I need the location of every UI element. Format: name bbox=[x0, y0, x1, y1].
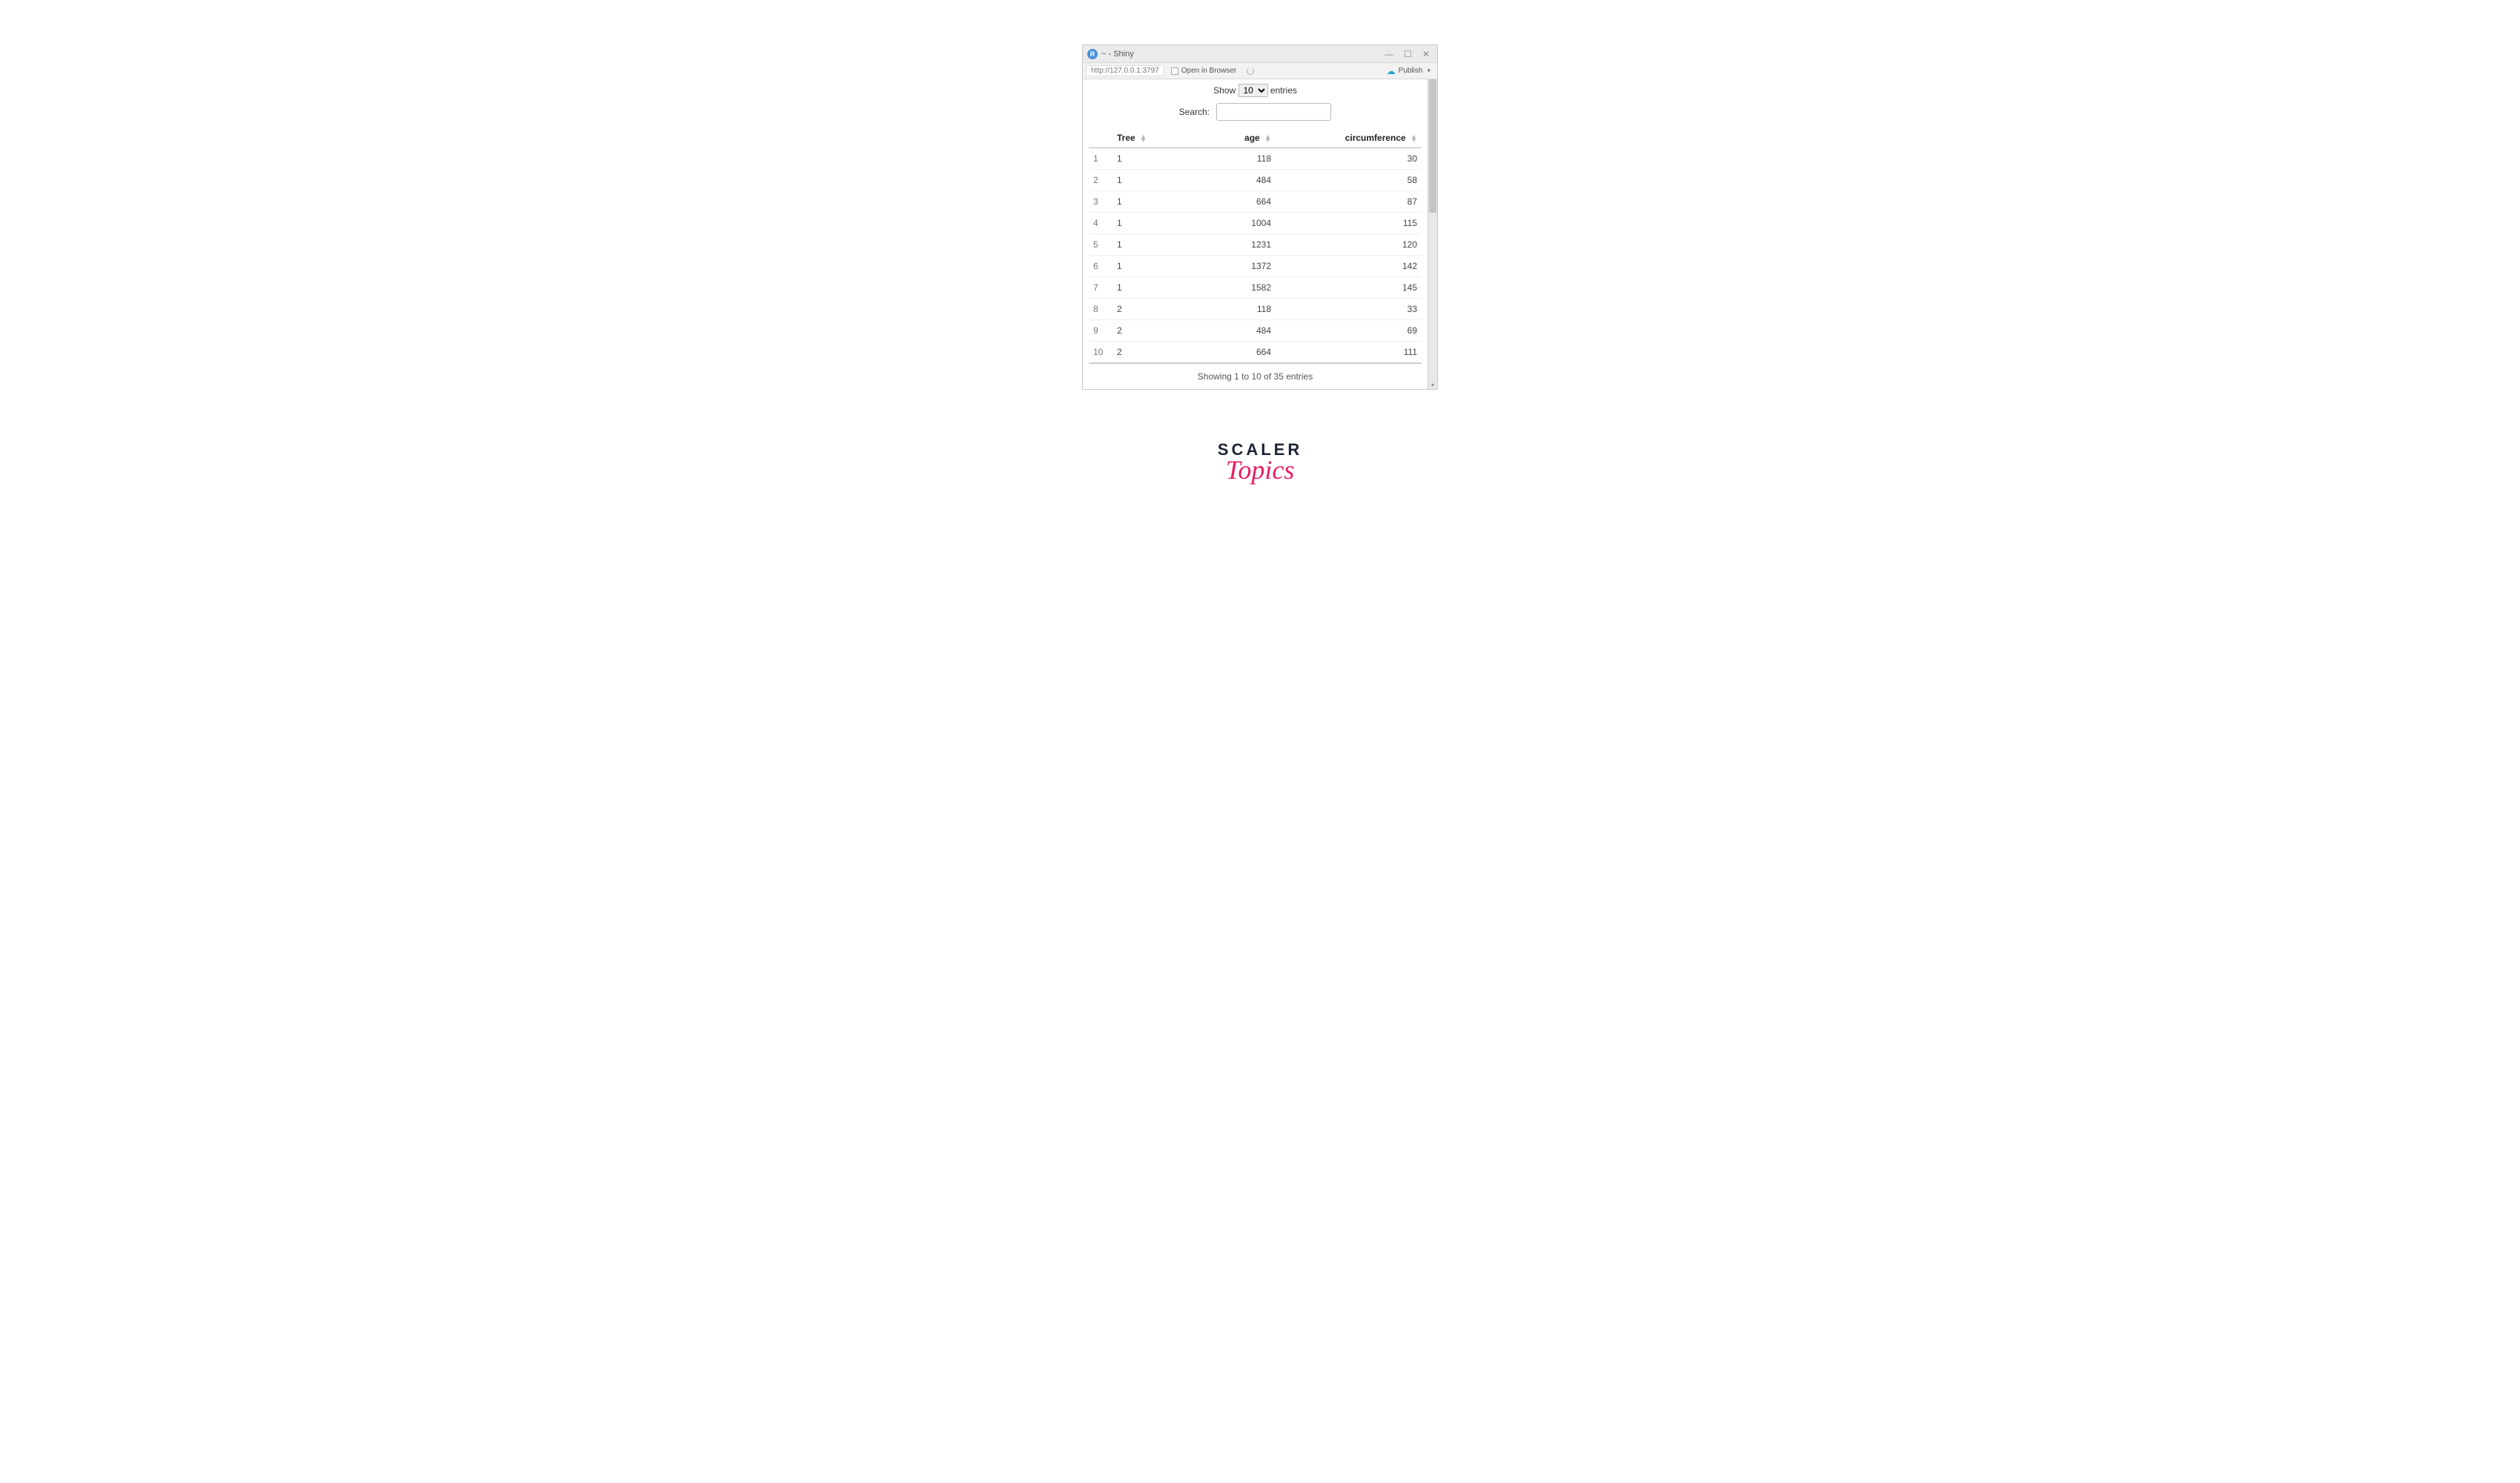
table-cell: 1 bbox=[1113, 148, 1164, 170]
table-cell: 145 bbox=[1276, 277, 1422, 299]
content-area: Show 10 entries Search: Tree ▲▼ bbox=[1083, 79, 1428, 389]
table-row: 411004115 bbox=[1089, 213, 1422, 234]
table-cell: 3 bbox=[1089, 191, 1113, 213]
table-cell: 1 bbox=[1113, 256, 1164, 277]
table-cell: 1231 bbox=[1164, 234, 1276, 256]
table-cell: 69 bbox=[1276, 320, 1422, 342]
refresh-button[interactable] bbox=[1243, 67, 1258, 76]
publish-icon: ☁ bbox=[1387, 66, 1396, 76]
scroll-down-icon[interactable]: ▾ bbox=[1428, 382, 1437, 389]
table-cell: 10 bbox=[1089, 342, 1113, 364]
table-cell: 1 bbox=[1113, 234, 1164, 256]
table-footer-info: Showing 1 to 10 of 35 entries bbox=[1089, 364, 1422, 382]
table-cell: 5 bbox=[1089, 234, 1113, 256]
scrollbar[interactable]: ▾ bbox=[1428, 79, 1437, 389]
table-cell: 4 bbox=[1089, 213, 1113, 234]
table-cell: 87 bbox=[1276, 191, 1422, 213]
table-cell: 1 bbox=[1089, 148, 1113, 170]
table-cell: 1 bbox=[1113, 191, 1164, 213]
window-controls: — ☐ ✕ bbox=[1385, 50, 1433, 59]
table-cell: 2 bbox=[1113, 299, 1164, 320]
table-row: 3166487 bbox=[1089, 191, 1422, 213]
open-in-browser-label: Open in Browser bbox=[1181, 67, 1236, 75]
table-cell: 1004 bbox=[1164, 213, 1276, 234]
sort-icon: ▲▼ bbox=[1140, 135, 1147, 142]
table-cell: 1582 bbox=[1164, 277, 1276, 299]
table-cell: 120 bbox=[1276, 234, 1422, 256]
table-cell: 1 bbox=[1113, 170, 1164, 191]
table-row: 611372142 bbox=[1089, 256, 1422, 277]
table-cell: 142 bbox=[1276, 256, 1422, 277]
table-cell: 9 bbox=[1089, 320, 1113, 342]
table-cell: 58 bbox=[1276, 170, 1422, 191]
sort-icon: ▲▼ bbox=[1410, 135, 1417, 142]
data-table: Tree ▲▼ age ▲▼ circumference ▲▼ 11118 bbox=[1089, 128, 1422, 364]
table-cell: 1372 bbox=[1164, 256, 1276, 277]
table-cell: 7 bbox=[1089, 277, 1113, 299]
table-cell: 33 bbox=[1276, 299, 1422, 320]
refresh-icon bbox=[1247, 67, 1254, 75]
table-row: 1111830 bbox=[1089, 148, 1422, 170]
table-cell: 664 bbox=[1164, 342, 1276, 364]
table-cell: 2 bbox=[1113, 342, 1164, 364]
search-input[interactable] bbox=[1216, 103, 1331, 121]
show-label-prefix: Show bbox=[1213, 85, 1236, 96]
url-field[interactable]: http://127.0.0.1:3797 bbox=[1086, 65, 1164, 76]
table-row: 102664111 bbox=[1089, 342, 1422, 364]
maximize-icon[interactable]: ☐ bbox=[1404, 50, 1412, 59]
table-cell: 1 bbox=[1113, 277, 1164, 299]
table-cell: 8 bbox=[1089, 299, 1113, 320]
table-cell: 118 bbox=[1164, 299, 1276, 320]
titlebar: R ~ - Shiny — ☐ ✕ bbox=[1083, 45, 1437, 63]
scrollbar-thumb[interactable] bbox=[1429, 79, 1436, 213]
chevron-down-icon: ▾ bbox=[1427, 67, 1430, 75]
table-cell: 2 bbox=[1089, 170, 1113, 191]
browser-icon bbox=[1171, 67, 1178, 75]
shiny-app-window: R ~ - Shiny — ☐ ✕ http://127.0.0.1:3797 … bbox=[1082, 44, 1438, 390]
search-control: Search: bbox=[1089, 103, 1422, 121]
table-cell: 1 bbox=[1113, 213, 1164, 234]
show-label-suffix: entries bbox=[1270, 85, 1297, 96]
table-cell: 2 bbox=[1113, 320, 1164, 342]
table-cell: 484 bbox=[1164, 170, 1276, 191]
window-title: ~ - Shiny bbox=[1101, 50, 1385, 59]
col-circumference[interactable]: circumference ▲▼ bbox=[1276, 128, 1422, 148]
r-icon: R bbox=[1087, 49, 1098, 59]
minimize-icon[interactable]: — bbox=[1385, 50, 1393, 59]
table-row: 2148458 bbox=[1089, 170, 1422, 191]
publish-label: Publish bbox=[1399, 67, 1423, 75]
show-entries-control: Show 10 entries bbox=[1089, 84, 1422, 97]
search-label: Search: bbox=[1179, 107, 1210, 117]
table-cell: 484 bbox=[1164, 320, 1276, 342]
brand-logo: SCALER Topics bbox=[1218, 442, 1302, 483]
entries-select[interactable]: 10 bbox=[1239, 84, 1268, 97]
col-tree[interactable]: Tree ▲▼ bbox=[1113, 128, 1164, 148]
viewport: Show 10 entries Search: Tree ▲▼ bbox=[1083, 79, 1437, 389]
col-age[interactable]: age ▲▼ bbox=[1164, 128, 1276, 148]
table-cell: 6 bbox=[1089, 256, 1113, 277]
table-cell: 118 bbox=[1164, 148, 1276, 170]
open-in-browser-button[interactable]: Open in Browser bbox=[1167, 66, 1240, 76]
col-index[interactable] bbox=[1089, 128, 1113, 148]
table-cell: 111 bbox=[1276, 342, 1422, 364]
publish-button[interactable]: ☁ Publish ▾ bbox=[1383, 65, 1434, 77]
table-row: 711582145 bbox=[1089, 277, 1422, 299]
table-row: 511231120 bbox=[1089, 234, 1422, 256]
table-cell: 664 bbox=[1164, 191, 1276, 213]
brand-line2: Topics bbox=[1218, 457, 1302, 483]
table-cell: 115 bbox=[1276, 213, 1422, 234]
sort-icon: ▲▼ bbox=[1264, 135, 1271, 142]
table-cell: 30 bbox=[1276, 148, 1422, 170]
toolbar: http://127.0.0.1:3797 Open in Browser ☁ … bbox=[1083, 63, 1437, 79]
table-row: 9248469 bbox=[1089, 320, 1422, 342]
table-row: 8211833 bbox=[1089, 299, 1422, 320]
close-icon[interactable]: ✕ bbox=[1422, 50, 1430, 59]
